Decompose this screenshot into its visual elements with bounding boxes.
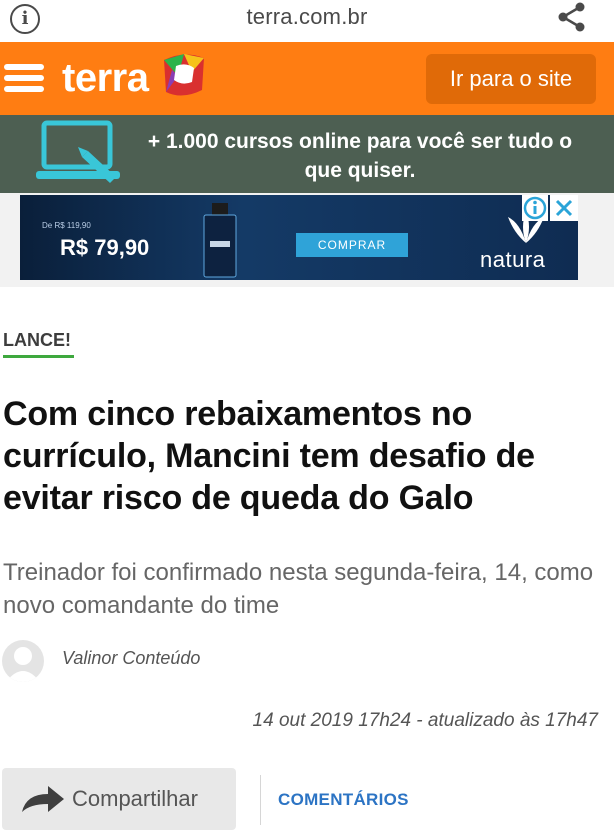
- ad-container: De R$ 119,90 R$ 79,90 COMPRAR natura: [0, 193, 614, 287]
- ad-old-price: De R$ 119,90: [42, 221, 91, 230]
- share-arrow-icon: [22, 786, 64, 812]
- share-icon[interactable]: [556, 2, 588, 32]
- adchoices-icon[interactable]: [522, 195, 548, 221]
- share-button[interactable]: Compartilhar: [2, 768, 236, 830]
- hamburger-icon[interactable]: [4, 64, 44, 96]
- goto-site-button[interactable]: Ir para o site: [426, 54, 596, 104]
- ad-buy-button[interactable]: COMPRAR: [296, 233, 408, 257]
- author-name[interactable]: Valinor Conteúdo: [62, 648, 200, 669]
- terra-logo-icon[interactable]: [158, 50, 210, 100]
- share-button-label: Compartilhar: [72, 786, 198, 811]
- publish-date: 14 out 2019 17h24 - atualizado às 17h47: [252, 710, 598, 731]
- terra-logo-text[interactable]: terra: [62, 56, 149, 101]
- author-avatar: [2, 640, 44, 682]
- ad-price: R$ 79,90: [60, 235, 150, 260]
- perfume-bottle-image: [203, 203, 237, 278]
- article-headline: Com cinco rebaixamentos no currículo, Ma…: [3, 395, 535, 517]
- browser-url-bar: i terra.com.br: [0, 0, 614, 42]
- url-text[interactable]: terra.com.br: [0, 4, 614, 30]
- advertisement-banner[interactable]: De R$ 119,90 R$ 79,90 COMPRAR natura: [20, 195, 578, 280]
- article-source[interactable]: LANCE!: [3, 330, 71, 351]
- comments-link[interactable]: COMENTÁRIOS: [278, 790, 409, 810]
- site-header: terra Ir para o site: [0, 42, 614, 115]
- article-subtitle: Treinador foi confirmado nesta segunda-f…: [3, 559, 594, 619]
- avatar-placeholder-icon: [6, 647, 40, 682]
- promo-banner[interactable]: + 1.000 cursos online para você ser tudo…: [0, 115, 614, 193]
- laptop-pencil-icon: [36, 120, 120, 183]
- actions-divider: [260, 775, 261, 825]
- promo-text: + 1.000 cursos online para você ser tudo…: [147, 130, 573, 182]
- ad-close-icon[interactable]: [550, 195, 578, 221]
- ad-brand: natura: [480, 247, 546, 272]
- source-underline: [3, 355, 74, 358]
